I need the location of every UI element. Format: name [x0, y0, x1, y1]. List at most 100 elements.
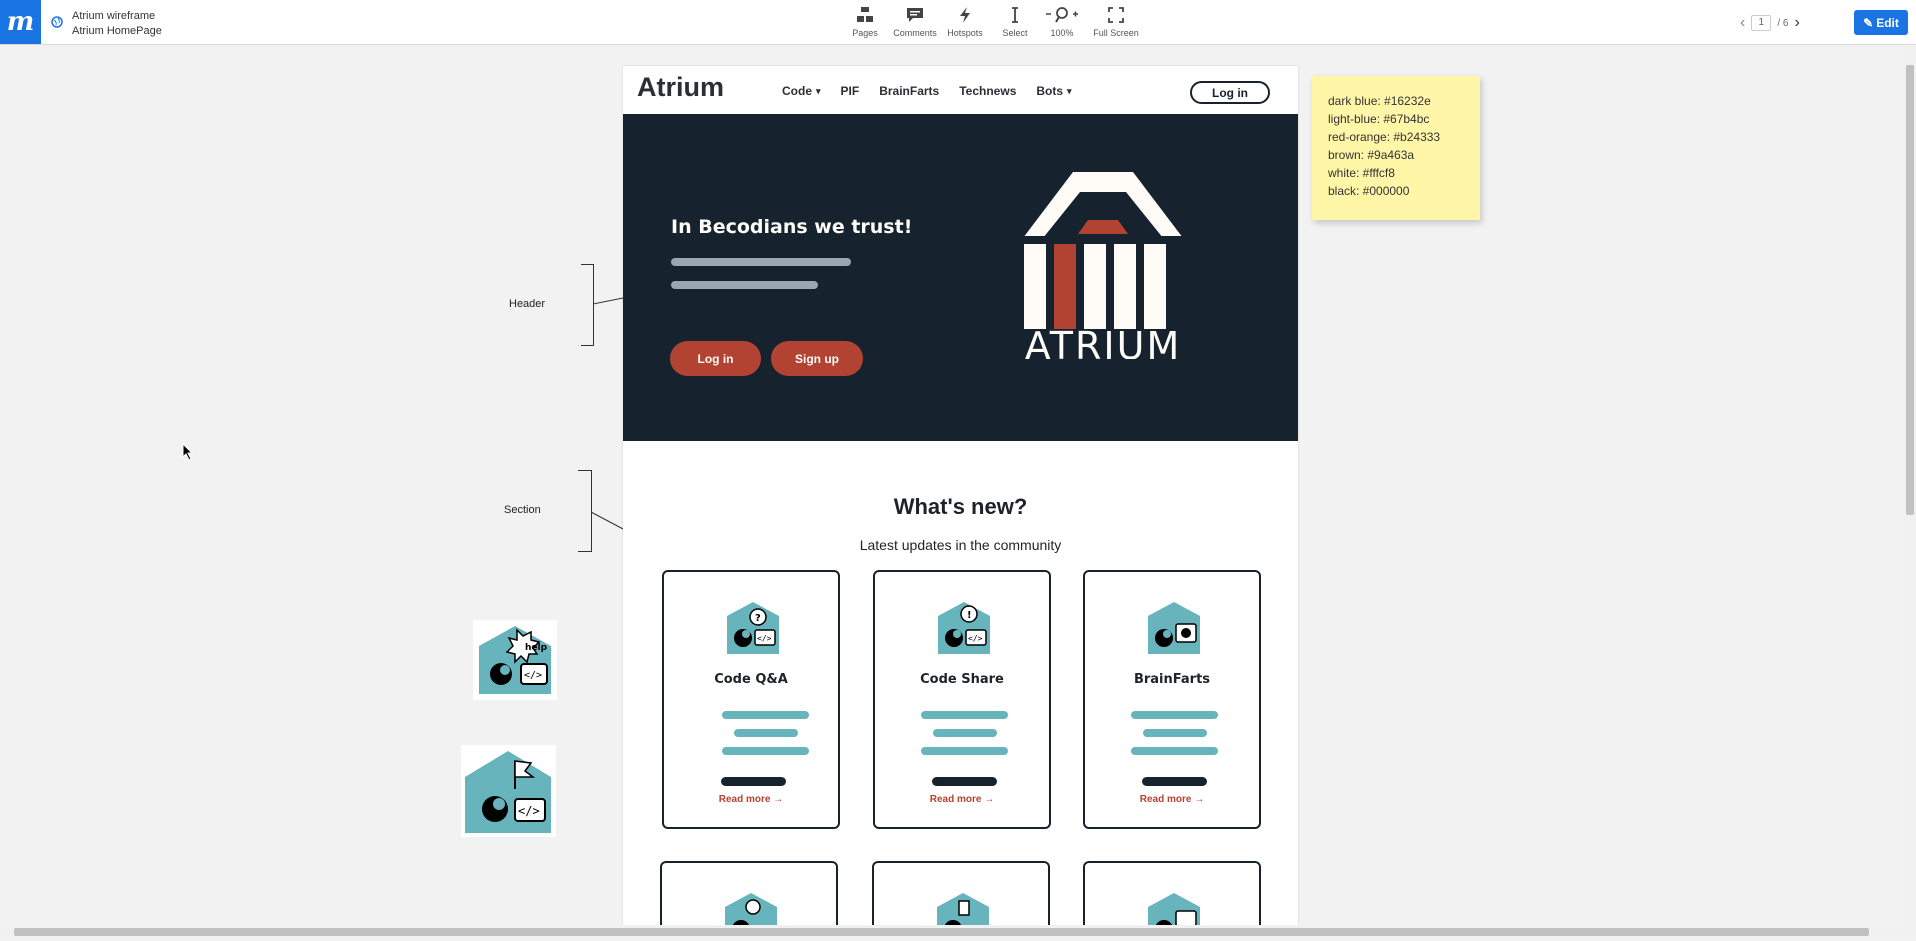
pages-label: Pages	[852, 28, 878, 38]
horizontal-scroll-thumb[interactable]	[14, 928, 1869, 936]
next-page-icon[interactable]: ›	[1794, 14, 1799, 32]
hero-logo-text: ATRIUM	[1025, 324, 1181, 359]
pencil-icon: ✎	[1863, 15, 1874, 30]
palette-line: dark blue: #16232e	[1328, 94, 1431, 108]
header-annotation: Header	[509, 298, 546, 310]
read-more-link[interactable]: Read more →	[875, 794, 1049, 805]
placeholder-line	[722, 747, 809, 755]
card-partial[interactable]	[872, 861, 1050, 926]
horizontal-scrollbar[interactable]	[0, 925, 1916, 939]
question-house-icon: ? </>	[727, 602, 779, 654]
palette-line: red-orange: #b24333	[1328, 130, 1441, 144]
fullscreen-icon	[1108, 7, 1124, 23]
nav-label: Code	[782, 84, 812, 98]
palette-line: white: #fffcf8	[1328, 166, 1395, 180]
edit-button[interactable]: ✎ Edit	[1854, 10, 1908, 35]
section-bracket	[578, 470, 592, 552]
card-brainfarts[interactable]: BrainFarts Read more →	[1083, 570, 1261, 829]
pages-icon	[857, 7, 873, 22]
nav-item-bots[interactable]: Bots ▾	[1036, 84, 1071, 98]
svg-text:!: !	[967, 610, 972, 621]
hero-login-button[interactable]: Log in	[670, 341, 761, 376]
zoom-icon	[1046, 7, 1078, 23]
placeholder-line	[722, 711, 809, 719]
section-subtitle: Latest updates in the community	[859, 537, 1062, 553]
read-more-link[interactable]: Read more →	[664, 794, 838, 805]
card-partial[interactable]	[660, 861, 838, 926]
site-brand[interactable]: Atrium	[637, 72, 724, 103]
nav-item-pif[interactable]: PIF	[841, 84, 860, 98]
page-number-input[interactable]: 1	[1751, 15, 1772, 31]
comments-label: Comments	[893, 28, 937, 38]
svg-text:help: help	[525, 643, 548, 653]
fullscreen-tool[interactable]: Full Screen	[1084, 6, 1148, 38]
hero-header: In Becodians we trust! Log in Sign up AT…	[623, 114, 1298, 441]
app-logo[interactable]: m	[0, 0, 41, 44]
flask-house-icon	[937, 893, 989, 926]
site-navbar: Atrium Code ▾ PIF BrainFarts Technews Bot…	[623, 66, 1298, 114]
card-title: BrainFarts	[1133, 672, 1211, 687]
fullscreen-label: Full Screen	[1093, 28, 1139, 38]
chat-house-icon	[725, 893, 777, 926]
card-code-share[interactable]: ! </> Code Share Read more →	[873, 570, 1051, 829]
comment-icon	[907, 8, 923, 22]
vertical-scrollbar[interactable]	[1903, 45, 1916, 925]
section-connector	[591, 511, 626, 531]
chevron-down-icon: ▾	[1067, 85, 1072, 96]
hero-signup-button[interactable]: Sign up	[771, 341, 863, 376]
nav-item-technews[interactable]: Technews	[959, 84, 1016, 98]
pages-tool[interactable]: Pages	[840, 6, 890, 38]
page-title: Atrium HomePage	[72, 25, 162, 37]
header-connector	[593, 297, 624, 305]
help-house-icon: help </>	[473, 620, 557, 700]
edit-label: Edit	[1876, 15, 1899, 30]
nav-item-code[interactable]: Code ▾	[782, 84, 821, 98]
palette-line: brown: #9a463a	[1328, 148, 1415, 162]
placeholder-button	[721, 777, 786, 786]
atrium-logo: ATRIUM	[1022, 172, 1184, 359]
select-label: Select	[1002, 28, 1028, 38]
svg-text:</>: </>	[524, 670, 542, 681]
hotspots-label: Hotspots	[947, 28, 983, 38]
exclamation-house-icon: ! </>	[938, 602, 990, 654]
placeholder-line	[921, 747, 1008, 755]
card-title: Code Q&A	[714, 672, 788, 687]
zoom-tool[interactable]: 100%	[1040, 6, 1084, 38]
lightning-icon	[960, 7, 970, 23]
card-title: Code Share	[920, 672, 1004, 687]
nav-item-brainfarts[interactable]: BrainFarts	[879, 84, 939, 98]
vertical-scroll-thumb[interactable]	[1906, 65, 1914, 515]
card-code-qa[interactable]: ? </> Code Q&A Read more →	[662, 570, 840, 829]
zoom-level: 100%	[1050, 28, 1074, 38]
nav-links: Code ▾ PIF BrainFarts Technews Bots ▾	[782, 84, 1072, 98]
mouse-cursor-icon	[182, 443, 194, 461]
placeholder-line	[671, 281, 818, 289]
globe-icon[interactable]	[51, 16, 63, 28]
placeholder-line	[1131, 747, 1218, 755]
section-title: What's new?	[893, 494, 1028, 519]
read-more-link[interactable]: Read more →	[1085, 794, 1259, 805]
chevron-down-icon: ▾	[816, 85, 821, 96]
nav-login-button[interactable]: Log in	[1190, 81, 1270, 104]
placeholder-line	[734, 729, 798, 737]
palette-line: light-blue: #67b4bc	[1328, 112, 1430, 126]
comments-tool[interactable]: Comments	[890, 6, 940, 38]
section-annotation: Section	[504, 504, 541, 516]
card-partial[interactable]	[1083, 861, 1261, 926]
placeholder-button	[932, 777, 997, 786]
flag-house-icon: </>	[461, 745, 556, 837]
select-tool[interactable]: Select	[990, 6, 1040, 38]
color-palette-note[interactable]: dark blue: #16232e light-blue: #67b4bc r…	[1312, 76, 1480, 220]
placeholder-line	[671, 258, 851, 266]
prev-page-icon[interactable]: ‹	[1740, 14, 1745, 32]
page-total: / 6	[1777, 17, 1789, 29]
hero-title: In Becodians we trust!	[671, 216, 913, 238]
text-cursor-icon	[1012, 7, 1018, 23]
tool-group: Pages Comments Hotspots Select 100% Full…	[840, 6, 1148, 38]
palette-line: black: #000000	[1328, 184, 1410, 198]
svg-text:?: ?	[755, 613, 761, 624]
svg-text:</>: </>	[518, 804, 540, 818]
placeholder-line	[1131, 711, 1218, 719]
wireframe-page: Atrium Code ▾ PIF BrainFarts Technews Bot…	[623, 66, 1298, 926]
hotspots-tool[interactable]: Hotspots	[940, 6, 990, 38]
